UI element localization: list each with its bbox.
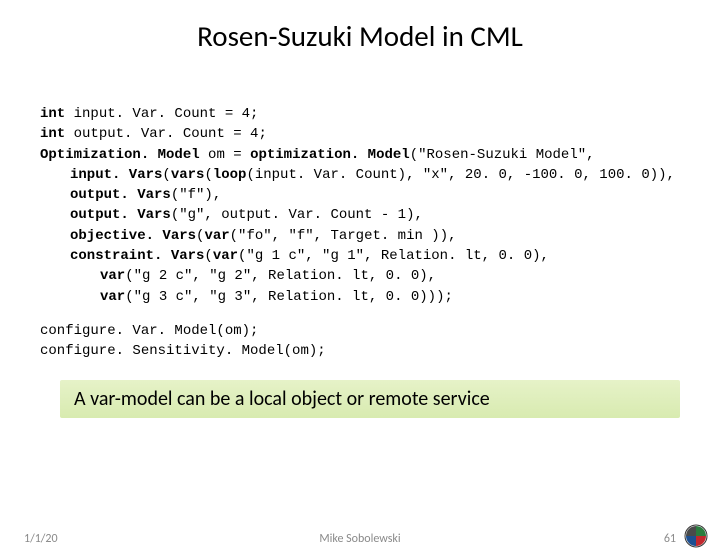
footer: 1/1/20 Mike Sobolewski 61 xyxy=(0,526,720,548)
code-line: output. Vars("f"), xyxy=(40,185,690,205)
code-line: int input. Var. Count = 4; xyxy=(40,104,690,124)
code-text: ("g 2 c", "g 2", Relation. lt, 0. 0), xyxy=(125,268,436,284)
code-text: ("fo", "f", Target. min )), xyxy=(230,228,457,244)
code-text: ( xyxy=(162,167,170,183)
code-text: input. Var. Count = 4; xyxy=(65,106,258,122)
code-text: (input. Var. Count), "x", 20. 0, -100. 0… xyxy=(246,167,674,183)
code-line: output. Vars("g", output. Var. Count - 1… xyxy=(40,205,690,225)
code-text: ( xyxy=(204,167,212,183)
highlight-bar: A var-model can be a local object or rem… xyxy=(60,380,680,418)
code-text: ("g 1 c", "g 1", Relation. lt, 0. 0), xyxy=(238,248,549,264)
keyword: optimization. Model xyxy=(250,147,410,163)
keyword: int xyxy=(40,126,65,142)
keyword: output. Vars xyxy=(70,207,171,223)
keyword: output. Vars xyxy=(70,187,171,203)
code-line xyxy=(40,307,690,321)
code-text: ("g 3 c", "g 3", Relation. lt, 0. 0))); xyxy=(125,289,453,305)
keyword: Optimization. Model xyxy=(40,147,200,163)
code-line: input. Vars(vars(loop(input. Var. Count)… xyxy=(40,165,690,185)
footer-page-number: 61 xyxy=(664,532,676,546)
keyword: vars xyxy=(171,167,205,183)
code-line: constraint. Vars(var("g 1 c", "g 1", Rel… xyxy=(40,246,690,266)
code-line: var("g 3 c", "g 3", Relation. lt, 0. 0))… xyxy=(40,287,690,307)
code-line: configure. Sensitivity. Model(om); xyxy=(40,341,690,361)
code-text: ( xyxy=(204,248,212,264)
code-text: om = xyxy=(200,147,250,163)
keyword: objective. Vars xyxy=(70,228,196,244)
keyword: int xyxy=(40,106,65,122)
code-block: int input. Var. Count = 4; int output. V… xyxy=(40,104,690,362)
code-line: int output. Var. Count = 4; xyxy=(40,124,690,144)
code-text: ("f"), xyxy=(171,187,221,203)
keyword: constraint. Vars xyxy=(70,248,204,264)
keyword: var xyxy=(100,268,125,284)
slide-title: Rosen-Suzuki Model in CML xyxy=(0,18,720,54)
code-line: Optimization. Model om = optimization. M… xyxy=(40,145,690,165)
keyword: var xyxy=(100,289,125,305)
keyword: var xyxy=(204,228,229,244)
footer-date: 1/1/20 xyxy=(24,532,58,546)
highlight-text: A var-model can be a local object or rem… xyxy=(74,387,490,411)
code-text: output. Var. Count = 4; xyxy=(65,126,267,142)
code-text: ("g", output. Var. Count - 1), xyxy=(171,207,423,223)
keyword: input. Vars xyxy=(70,167,162,183)
footer-author: Mike Sobolewski xyxy=(319,532,400,546)
code-line: objective. Vars(var("fo", "f", Target. m… xyxy=(40,226,690,246)
logo-icon xyxy=(684,524,708,548)
keyword: loop xyxy=(213,167,247,183)
code-line: configure. Var. Model(om); xyxy=(40,321,690,341)
keyword: var xyxy=(213,248,238,264)
code-text: ("Rosen-Suzuki Model", xyxy=(410,147,595,163)
code-line: var("g 2 c", "g 2", Relation. lt, 0. 0), xyxy=(40,266,690,286)
